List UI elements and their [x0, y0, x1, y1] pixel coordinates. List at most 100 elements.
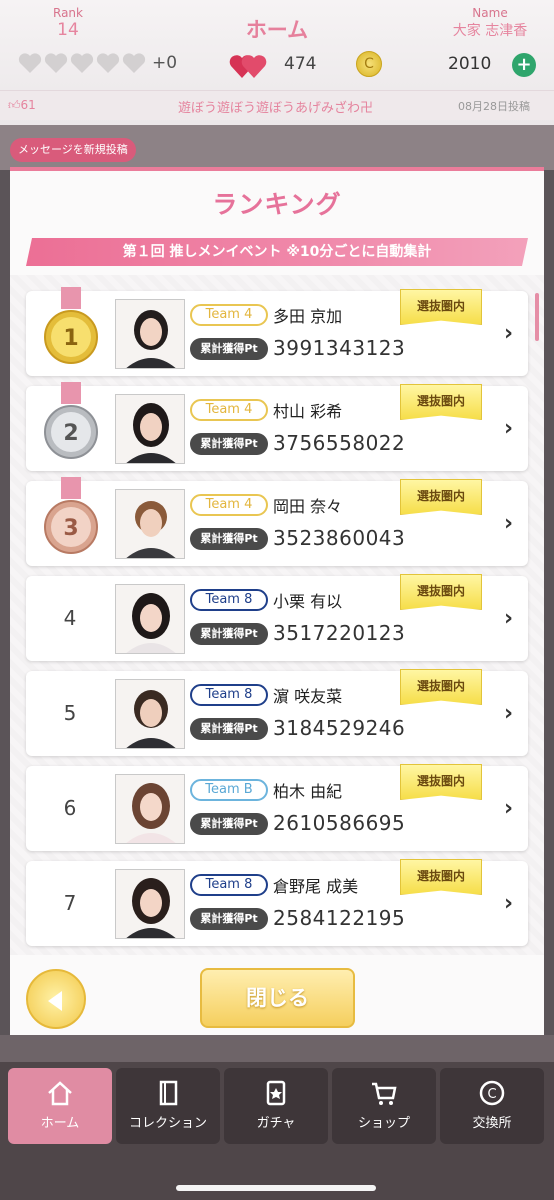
points-value: 3756558022 [273, 431, 406, 455]
points-label: 累計獲得Pt [190, 623, 268, 645]
chevron-right-icon[interactable]: › [504, 796, 513, 821]
points-label: 累計獲得Pt [190, 528, 268, 550]
heart-icon [122, 53, 146, 73]
team-badge: Team 8 [190, 684, 268, 706]
member-name: 倉野尾 成美 [273, 877, 359, 896]
nav-label: コレクション [128, 1116, 207, 1131]
avatar [115, 869, 185, 939]
add-coin-button[interactable]: + [512, 53, 536, 77]
member-name: 小栗 有以 [273, 592, 343, 611]
modal-title: ランキング [212, 190, 342, 219]
ranking-row[interactable]: 2 Team 4 村山 彩希 累計獲得Pt 3756558022 選抜圏内 › [26, 382, 528, 471]
points-label: 累計獲得Pt [190, 718, 268, 740]
points-label: 累計獲得Pt [190, 908, 268, 930]
cart-icon [372, 1082, 397, 1105]
points-value: 3523860043 [273, 526, 406, 550]
heart-icon [18, 53, 42, 73]
chevron-right-icon[interactable]: › [504, 606, 513, 631]
event-banner: 第１回 推しメンイベント ※10分ごとに自動集計 [26, 238, 528, 266]
name-label: Name [472, 6, 508, 20]
avatar [115, 774, 185, 844]
coin-icon: C [356, 51, 382, 77]
avatar [115, 299, 185, 369]
nav-exchange[interactable]: C 交換所 [440, 1068, 544, 1144]
senbatsu-badge: 選抜圏内 [400, 479, 482, 515]
nav-label: ホーム [40, 1116, 80, 1131]
love-count: 474 [284, 54, 317, 74]
double-heart-icon [229, 55, 267, 78]
points-value: 3517220123 [273, 621, 406, 645]
nav-home[interactable]: ホーム [8, 1068, 112, 1144]
ticker-message: 遊ぼう遊ぼう遊ぼうあげみざわ卍 [178, 101, 374, 116]
ranking-row[interactable]: 6 Team B 柏木 由紀 累計獲得Pt 2610586695 選抜圏内 › [26, 764, 528, 851]
senbatsu-badge: 選抜圏内 [400, 859, 482, 895]
points-label: 累計獲得Pt [190, 338, 268, 360]
coin-count: 2010 [448, 54, 492, 74]
heart-icon [96, 53, 120, 73]
heart-icon [44, 53, 68, 73]
collection-icon [159, 1080, 178, 1106]
member-name: 柏木 由紀 [273, 782, 343, 801]
chevron-right-icon[interactable]: › [504, 891, 513, 916]
hearts-meter: +0 [18, 52, 177, 74]
exchange-icon: C [479, 1080, 505, 1106]
points-label: 累計獲得Pt [190, 433, 268, 455]
likes-count: 👍︎61 [8, 98, 36, 113]
close-button[interactable]: 閉じる [200, 968, 355, 1028]
team-badge: Team 4 [190, 494, 268, 516]
chevron-right-icon[interactable]: › [504, 321, 513, 346]
team-badge: Team 8 [190, 874, 268, 896]
member-name: 村山 彩希 [273, 402, 343, 421]
back-button[interactable] [26, 969, 86, 1029]
chevron-right-icon[interactable]: › [504, 511, 513, 536]
senbatsu-badge: 選抜圏内 [400, 574, 482, 610]
avatar [115, 679, 185, 749]
silver-medal-icon: 2 [44, 382, 98, 459]
ranking-row[interactable]: 1 Team 4 多田 京加 累計獲得Pt 3991343123 選抜圏内 › [26, 287, 528, 376]
new-post-button[interactable]: メッセージを新規投稿 [10, 138, 136, 162]
status-header: Rank 14 ホーム Name 大家 志津香 +0 474 C 2010 + … [0, 0, 554, 125]
likes-value: 61 [20, 98, 36, 112]
modal-footer: 閉じる [10, 955, 544, 1035]
nav-collection[interactable]: コレクション [116, 1068, 220, 1144]
team-badge: Team 8 [190, 589, 268, 611]
hearts-extra: +0 [152, 53, 178, 73]
list-scrollbar[interactable] [535, 293, 539, 341]
member-name: 多田 京加 [273, 307, 343, 326]
points-value: 2610586695 [273, 811, 406, 835]
member-name: 濵 咲友菜 [273, 687, 343, 706]
bottom-nav: ホーム コレクション ガチャ ショップ C 交換所 [0, 1062, 554, 1200]
ranking-modal: ランキング 第１回 推しメンイベント ※10分ごとに自動集計 1 Team 4 … [10, 167, 544, 1035]
points-value: 3991343123 [273, 336, 406, 360]
senbatsu-badge: 選抜圏内 [400, 384, 482, 420]
nav-shop[interactable]: ショップ [332, 1068, 436, 1144]
gacha-icon [266, 1080, 286, 1106]
rank-number: 4 [63, 606, 77, 630]
medal-rank: 1 [63, 326, 78, 351]
chevron-right-icon[interactable]: › [504, 416, 513, 441]
gold-medal-icon: 1 [44, 287, 98, 364]
message-ticker[interactable]: 👍︎61 遊ぼう遊ぼう遊ぼうあげみざわ卍 08月28日投稿 [0, 90, 554, 120]
name-block: Name 大家 志津香 [436, 6, 544, 40]
home-icon [48, 1081, 72, 1106]
rank-number: 5 [63, 701, 77, 725]
rank-number: 7 [63, 891, 77, 915]
senbatsu-badge: 選抜圏内 [400, 669, 482, 705]
ranking-row[interactable]: 7 Team 8 倉野尾 成美 累計獲得Pt 2584122195 選抜圏内 › [26, 859, 528, 946]
senbatsu-badge: 選抜圏内 [400, 289, 482, 325]
ranking-row[interactable]: 5 Team 8 濵 咲友菜 累計獲得Pt 3184529246 選抜圏内 › [26, 669, 528, 756]
avatar [115, 584, 185, 654]
nav-label: ガチャ [256, 1116, 296, 1131]
team-badge: Team 4 [190, 304, 268, 326]
points-label: 累計獲得Pt [190, 813, 268, 835]
nav-label: 交換所 [472, 1116, 512, 1131]
avatar [115, 394, 185, 464]
chevron-right-icon[interactable]: › [504, 701, 513, 726]
ranking-list[interactable]: 1 Team 4 多田 京加 累計獲得Pt 3991343123 選抜圏内 › … [10, 275, 544, 955]
ranking-row[interactable]: 3 Team 4 岡田 奈々 累計獲得Pt 3523860043 選抜圏内 › [26, 477, 528, 566]
ranking-row[interactable]: 4 Team 8 小栗 有以 累計獲得Pt 3517220123 選抜圏内 › [26, 574, 528, 661]
ticker-date: 08月28日投稿 [458, 100, 530, 113]
avatar [115, 489, 185, 559]
rank-number: 6 [63, 796, 77, 820]
nav-gacha[interactable]: ガチャ [224, 1068, 328, 1144]
